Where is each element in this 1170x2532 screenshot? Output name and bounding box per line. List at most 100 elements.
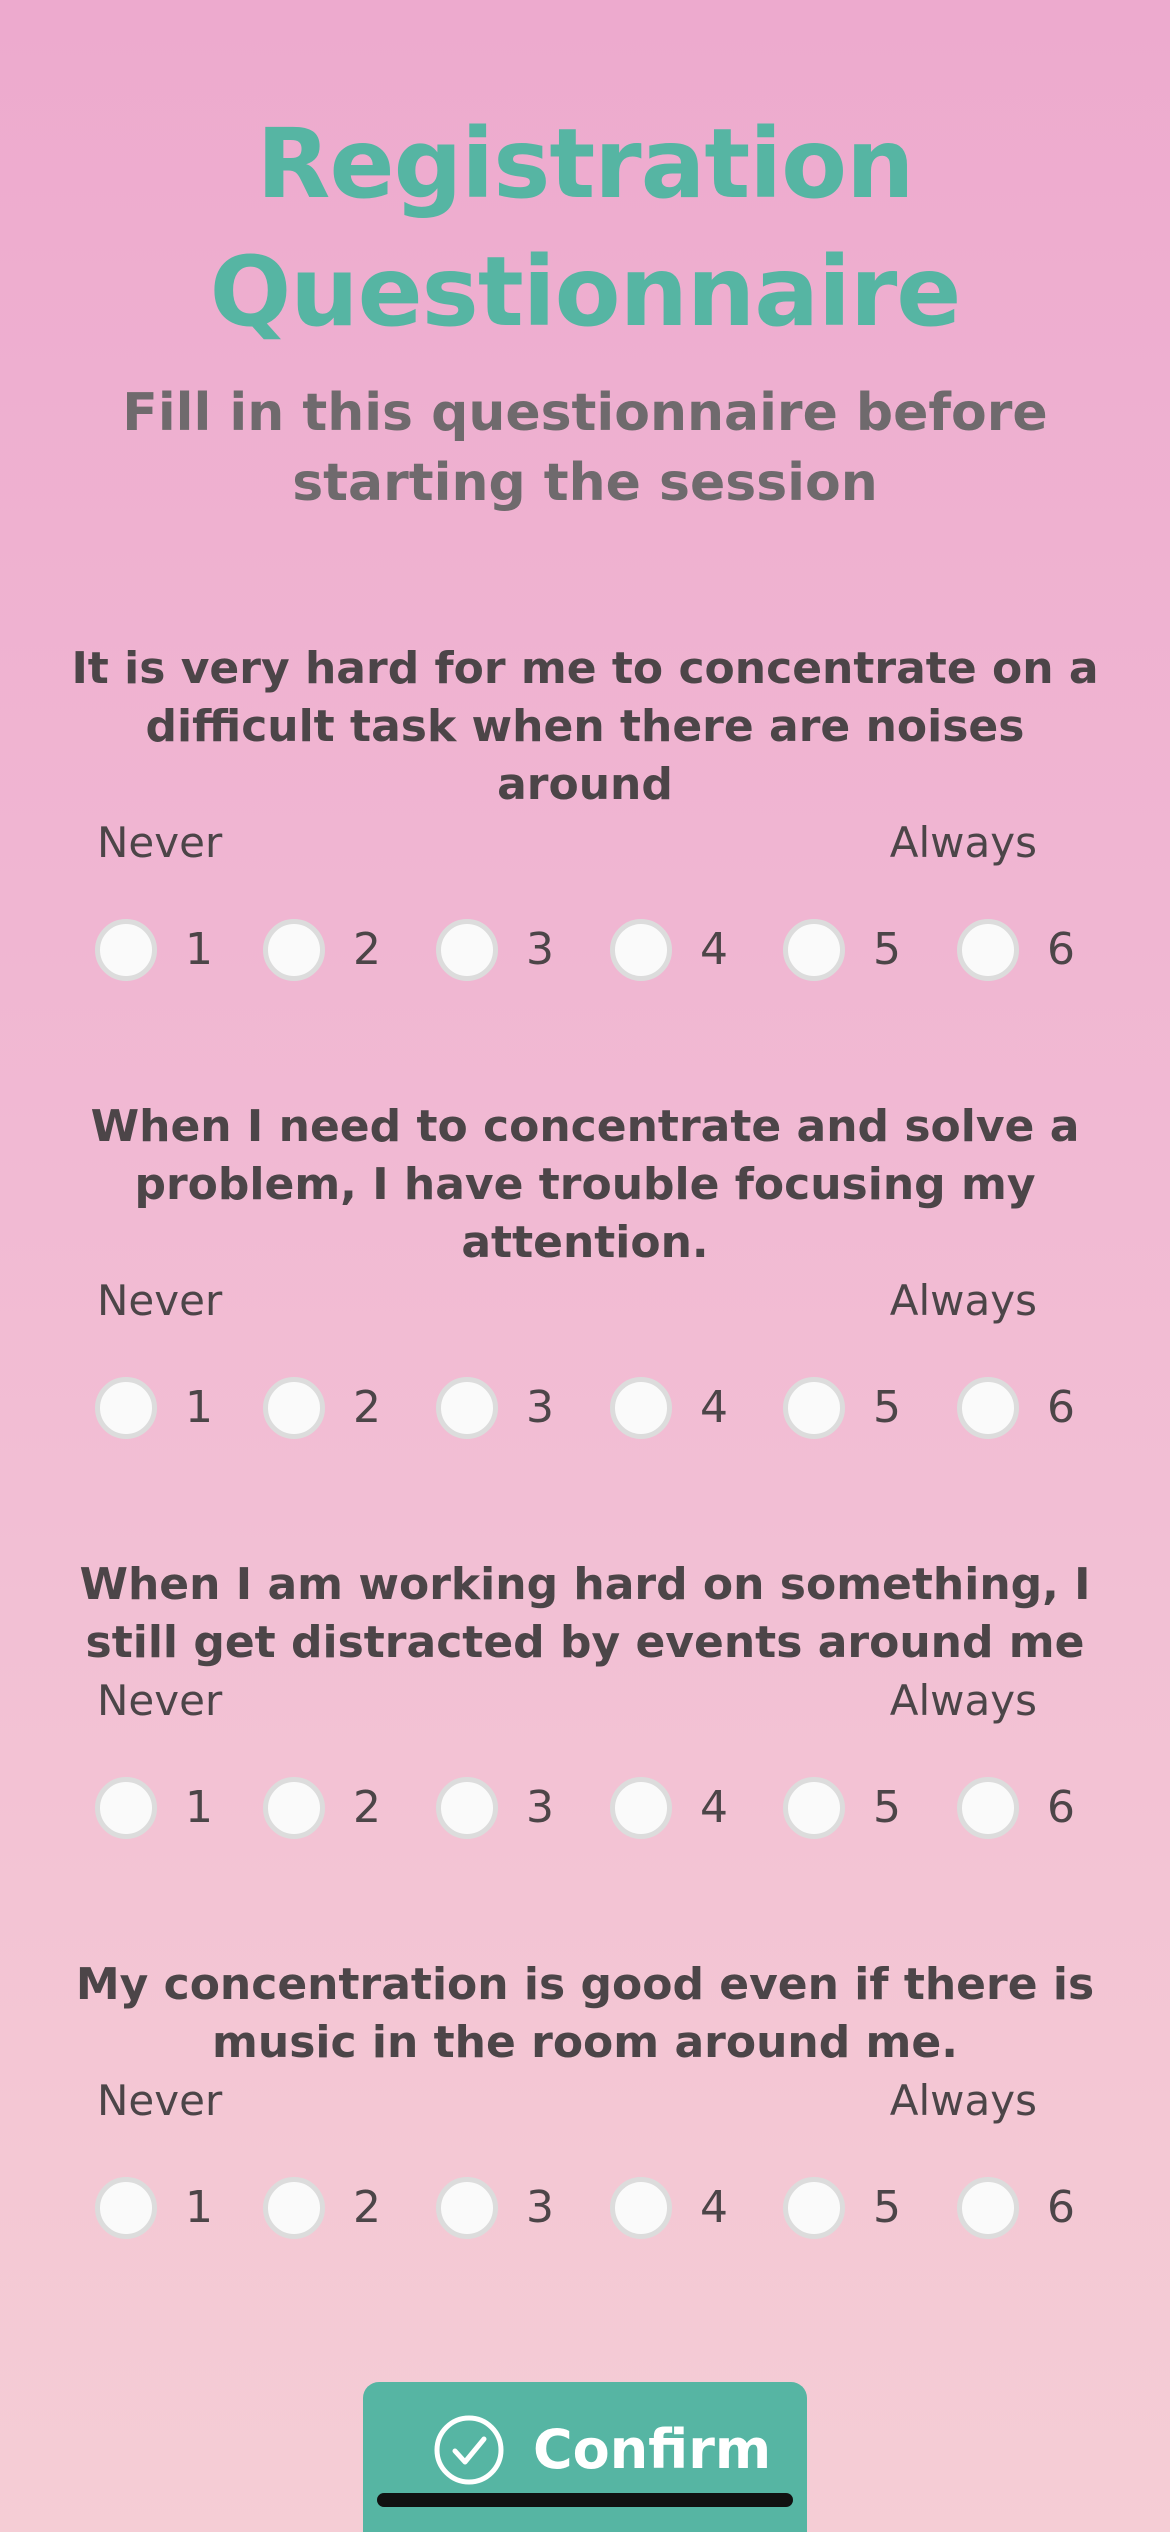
rating-option-label: 3 [526,924,554,975]
rating-options: 1 2 3 4 5 6 [0,2176,1170,2246]
scale-labels: Never Always [0,2072,1170,2130]
radio-button[interactable] [436,919,498,981]
page-subtitle: Fill in this questionnaire before starti… [122,383,1048,513]
radio-button[interactable] [957,1777,1019,1839]
radio-button[interactable] [263,919,325,981]
question-text: My concentration is good even if there i… [75,1959,1095,2068]
radio-button[interactable] [436,1377,498,1439]
radio-button[interactable] [957,2177,1019,2239]
radio-button[interactable] [95,2177,157,2239]
radio-button[interactable] [957,1377,1019,1439]
radio-button[interactable] [436,1777,498,1839]
scale-label-always: Always [889,1676,1037,1725]
rating-option-label: 2 [353,1782,381,1833]
radio-button[interactable] [783,1377,845,1439]
rating-option-4[interactable]: 4 [610,1776,728,1840]
radio-button[interactable] [783,919,845,981]
radio-button[interactable] [95,919,157,981]
rating-option-label: 1 [185,1782,213,1833]
rating-option-label: 6 [1047,1782,1075,1833]
rating-option-1[interactable]: 1 [95,1776,213,1840]
radio-button[interactable] [610,1377,672,1439]
rating-option-2[interactable]: 2 [263,918,381,982]
question-text: It is very hard for me to concentrate on… [71,643,1099,810]
rating-option-6[interactable]: 6 [957,918,1075,982]
rating-options: 1 2 3 4 5 6 [0,918,1170,988]
rating-option-6[interactable]: 6 [957,1376,1075,1440]
rating-option-label: 5 [873,2182,901,2233]
radio-button[interactable] [610,2177,672,2239]
rating-option-label: 6 [1047,924,1075,975]
rating-option-5[interactable]: 5 [783,918,901,982]
rating-options: 1 2 3 4 5 6 [0,1776,1170,1846]
question-text: When I am working hard on something, I s… [79,1559,1091,1668]
radio-button[interactable] [436,2177,498,2239]
scale-label-never: Never [97,1676,223,1725]
scale-labels: Never Always [0,1272,1170,1330]
rating-option-3[interactable]: 3 [436,1376,554,1440]
rating-option-1[interactable]: 1 [95,2176,213,2240]
question-1: It is very hard for me to concentrate on… [0,640,1170,988]
rating-option-5[interactable]: 5 [783,1776,901,1840]
question-4: My concentration is good even if there i… [0,1956,1170,2246]
radio-button[interactable] [957,919,1019,981]
question-2: When I need to concentrate and solve a p… [0,1098,1170,1446]
scale-label-always: Always [889,2076,1037,2125]
rating-option-3[interactable]: 3 [436,918,554,982]
confirm-button-label: Confirm [533,2418,772,2481]
rating-option-label: 3 [526,1382,554,1433]
rating-option-6[interactable]: 6 [957,2176,1075,2240]
rating-option-label: 4 [700,2182,728,2233]
rating-option-label: 5 [873,1382,901,1433]
rating-option-3[interactable]: 3 [436,1776,554,1840]
rating-option-label: 4 [700,924,728,975]
rating-option-label: 1 [185,924,213,975]
confirm-button[interactable]: Confirm [363,2382,807,2532]
radio-button[interactable] [95,1377,157,1439]
rating-option-4[interactable]: 4 [610,1376,728,1440]
rating-option-label: 1 [185,1382,213,1433]
scale-labels: Never Always [0,814,1170,872]
radio-button[interactable] [783,1777,845,1839]
rating-option-2[interactable]: 2 [263,1776,381,1840]
page-title-line-2: Questionnaire [209,236,962,348]
home-indicator[interactable] [377,2493,793,2507]
rating-option-label: 6 [1047,2182,1075,2233]
rating-option-label: 4 [700,1782,728,1833]
rating-option-2[interactable]: 2 [263,1376,381,1440]
radio-button[interactable] [783,2177,845,2239]
rating-option-label: 1 [185,2182,213,2233]
radio-button[interactable] [610,1777,672,1839]
scale-label-always: Always [889,1276,1037,1325]
radio-button[interactable] [610,919,672,981]
rating-option-5[interactable]: 5 [783,1376,901,1440]
rating-option-5[interactable]: 5 [783,2176,901,2240]
question-text: When I need to concentrate and solve a p… [90,1101,1080,1268]
scale-label-never: Never [97,2076,223,2125]
rating-option-label: 3 [526,2182,554,2233]
radio-button[interactable] [263,1777,325,1839]
radio-button[interactable] [95,1777,157,1839]
scale-label-never: Never [97,818,223,867]
radio-button[interactable] [263,2177,325,2239]
question-3: When I am working hard on something, I s… [0,1556,1170,1846]
rating-option-6[interactable]: 6 [957,1776,1075,1840]
rating-option-2[interactable]: 2 [263,2176,381,2240]
rating-option-label: 2 [353,1382,381,1433]
scale-label-never: Never [97,1276,223,1325]
rating-option-label: 5 [873,924,901,975]
page-title-line-1: Registration [256,108,915,220]
radio-button[interactable] [263,1377,325,1439]
page-title: Registration Questionnaire [0,100,1170,356]
rating-option-1[interactable]: 1 [95,918,213,982]
rating-option-label: 4 [700,1382,728,1433]
rating-option-1[interactable]: 1 [95,1376,213,1440]
rating-option-label: 2 [353,2182,381,2233]
rating-options: 1 2 3 4 5 6 [0,1376,1170,1446]
rating-option-4[interactable]: 4 [610,2176,728,2240]
rating-option-4[interactable]: 4 [610,918,728,982]
rating-option-label: 5 [873,1782,901,1833]
rating-option-label: 3 [526,1782,554,1833]
rating-option-3[interactable]: 3 [436,2176,554,2240]
scale-label-always: Always [889,818,1037,867]
